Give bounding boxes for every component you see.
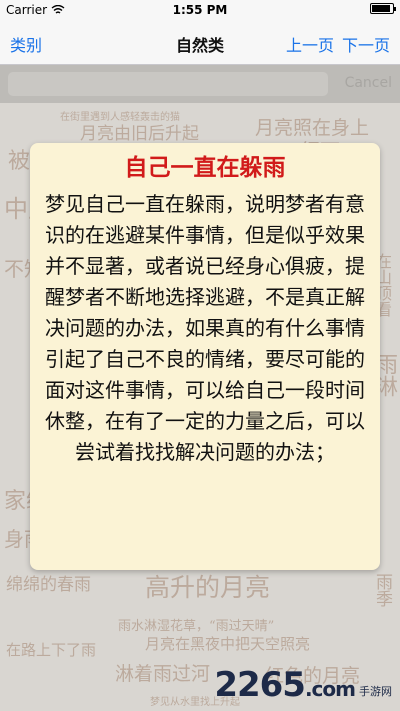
dream-detail-card: 自己一直在躲雨 梦见自己一直在躲雨，说明梦者有意识的在逃避某件事情，但是似乎效果… [30, 143, 380, 570]
site-watermark: 2265.com 手游网 [214, 665, 392, 705]
battery-icon [370, 3, 396, 14]
cloud-word[interactable]: 淋着雨过河 [115, 659, 210, 686]
nav-bar: 类别 自然类 上一页 下一页 [0, 20, 400, 65]
cloud-word[interactable]: 月亮由旧后升起 [80, 119, 199, 144]
pager: 上一页 下一页 [286, 32, 390, 56]
cloud-word[interactable]: 雨季 [370, 573, 395, 607]
next-page-button[interactable]: 下一页 [342, 32, 390, 56]
search-cancel-button[interactable]: Cancel [345, 75, 392, 91]
battery-level [372, 5, 390, 12]
dream-title: 自己一直在躲雨 [124, 154, 286, 181]
dream-interpretation: 梦见自己一直在躲雨，说明梦者有意识的在逃避某件事情，但是似乎效果并不显著，或者说… [45, 192, 365, 464]
status-right [370, 3, 396, 14]
search-bar: Cancel [0, 65, 400, 103]
watermark-logo: 2265.com [214, 665, 356, 705]
watermark-sub: 手游网 [359, 685, 392, 698]
status-bar: Carrier 1:55 PM [0, 0, 400, 20]
prev-page-button[interactable]: 上一页 [286, 32, 334, 56]
cloud-word[interactable]: 月亮在黑夜中把天空照亮 [145, 633, 310, 654]
cloud-word[interactable]: 雨水淋湿花草，“雨过天晴” [118, 615, 274, 634]
cloud-word[interactable]: 在路上下了雨 [6, 639, 96, 660]
search-input[interactable] [8, 72, 328, 96]
cloud-word[interactable]: 高升的月亮 [145, 568, 270, 604]
status-time: 1:55 PM [172, 3, 228, 17]
cloud-word[interactable]: 绵绵的春雨 [6, 570, 91, 595]
